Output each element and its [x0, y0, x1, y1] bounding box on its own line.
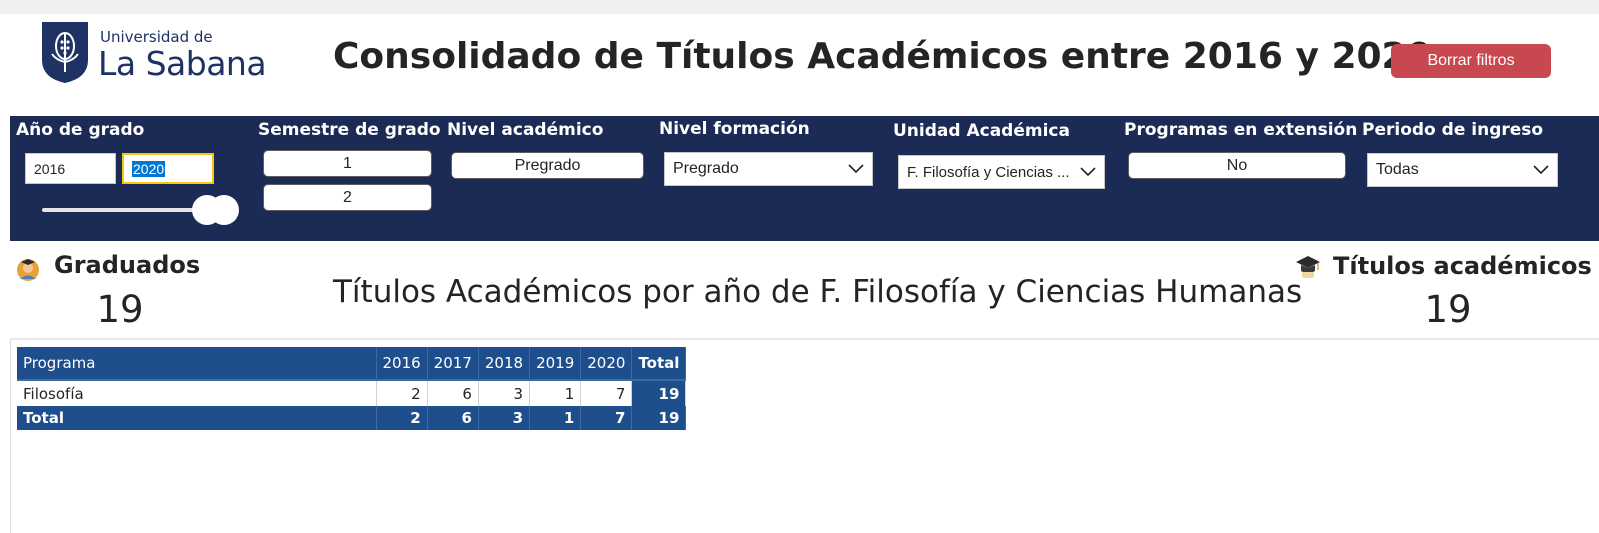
filter-bar: Año de grado 2016 2020 Semestre de grado…	[10, 116, 1599, 241]
graduate-icon	[17, 259, 39, 281]
total-cell: 3	[478, 406, 531, 430]
column-header-2017[interactable]: 2017	[427, 347, 479, 380]
grand-total-cell: 19	[631, 406, 687, 430]
graduates-label: Graduados	[54, 251, 201, 279]
year-to-value: 2020	[132, 160, 166, 177]
semester-filter-label: Semestre de grado	[258, 120, 441, 140]
total-cell: 7	[580, 406, 633, 430]
training-level-value: Pregrado	[673, 160, 739, 177]
entry-period-label: Periodo de ingreso	[1362, 120, 1544, 140]
column-header-2016[interactable]: 2016	[376, 347, 428, 380]
total-cell: 2	[376, 406, 428, 430]
total-cell: 1	[529, 406, 582, 430]
training-level-dropdown[interactable]: Pregrado	[664, 152, 873, 186]
table-total-row: Total 2 6 3 1 7 19	[17, 406, 687, 430]
chart-title: Títulos Académicos por año de F. Filosof…	[333, 274, 1303, 310]
training-level-label: Nivel formación	[659, 119, 810, 139]
chevron-down-icon	[848, 164, 864, 174]
titles-value: 19	[1424, 288, 1472, 331]
year-from-input[interactable]: 2016	[25, 153, 116, 184]
cell-value: 2	[376, 379, 428, 406]
column-header-2019[interactable]: 2019	[529, 347, 582, 380]
chevron-down-icon	[1533, 165, 1549, 175]
academic-level-option[interactable]: Pregrado	[451, 152, 644, 179]
cell-row-total: 19	[631, 379, 687, 406]
total-label: Total	[17, 406, 377, 430]
year-filter-label: Año de grado	[16, 120, 145, 140]
column-header-2020[interactable]: 2020	[580, 347, 633, 380]
total-cell: 6	[427, 406, 479, 430]
top-strip	[0, 0, 1599, 14]
page-title: Consolidado de Títulos Académicos entre …	[333, 36, 1432, 77]
column-header-total[interactable]: Total	[631, 347, 687, 380]
academic-unit-label: Unidad Académica	[893, 121, 1070, 141]
university-logo: Universidad de La Sabana	[40, 20, 270, 86]
logo-big-text: La Sabana	[98, 44, 267, 83]
titles-label: Títulos académicos	[1333, 252, 1592, 280]
year-to-input[interactable]: 2020	[122, 153, 214, 184]
cell-value: 1	[529, 379, 582, 406]
clear-filters-button[interactable]: Borrar filtros	[1391, 44, 1551, 78]
cell-value: 3	[478, 379, 531, 406]
column-header-2018[interactable]: 2018	[478, 347, 531, 380]
extension-option[interactable]: No	[1128, 152, 1346, 179]
semester-option-1[interactable]: 1	[263, 150, 432, 177]
cell-value: 7	[580, 379, 633, 406]
graduates-value: 19	[96, 288, 144, 331]
entry-period-dropdown[interactable]: Todas	[1367, 153, 1558, 187]
shield-icon	[42, 22, 88, 83]
academic-unit-value: F. Filosofía y Ciencias ...	[907, 163, 1070, 181]
titles-matrix-table: Programa 2016 2017 2018 2019 2020 Total …	[17, 347, 687, 430]
column-header-programa[interactable]: Programa	[17, 347, 377, 380]
cell-program: Filosofía	[17, 379, 377, 406]
extension-label: Programas en extensión	[1124, 120, 1358, 140]
section-divider	[10, 338, 1599, 340]
cell-value: 6	[427, 379, 479, 406]
table-header-row: Programa 2016 2017 2018 2019 2020 Total	[17, 347, 687, 380]
academic-unit-dropdown[interactable]: F. Filosofía y Ciencias ...	[898, 155, 1105, 189]
semester-option-2[interactable]: 2	[263, 184, 432, 211]
visual-border	[10, 340, 11, 533]
table-row[interactable]: Filosofía 2 6 3 1 7 19	[17, 379, 687, 406]
chevron-down-icon	[1080, 167, 1096, 177]
year-slider-track[interactable]	[42, 208, 212, 212]
entry-period-value: Todas	[1376, 161, 1419, 178]
academic-level-label: Nivel académico	[447, 120, 604, 140]
year-slider-end-handle[interactable]	[209, 195, 239, 225]
